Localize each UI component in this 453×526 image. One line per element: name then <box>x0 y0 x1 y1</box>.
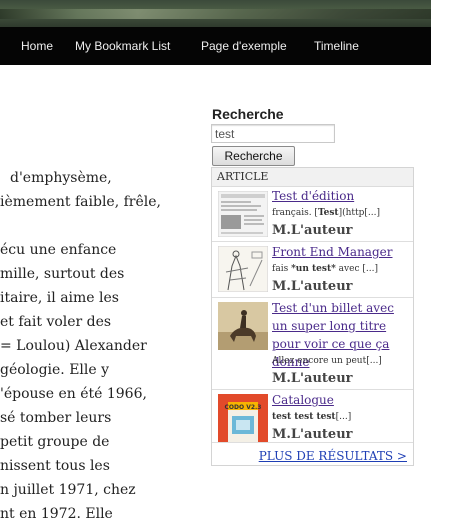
search-results-panel: ARTICLE Test d'édition français. [Test](… <box>211 167 414 466</box>
result-excerpt: français. [Test](http[...] <box>272 208 380 218</box>
search-input[interactable] <box>211 124 335 143</box>
nav-item-bookmark-list[interactable]: My Bookmark List <box>75 39 170 53</box>
article-line: d'emphysème, <box>10 166 112 190</box>
search-result-item: CODO V2.3 Catalogue test test test[...] … <box>212 390 413 443</box>
result-excerpt: Allez encore un peut[...] <box>272 356 382 366</box>
result-author: M.L'auteur <box>272 371 353 386</box>
article-line: petit groupe de <box>0 430 109 454</box>
article-line: nissent tous les <box>0 454 110 478</box>
result-title-link[interactable]: Test d'édition <box>272 187 410 205</box>
result-excerpt: fais *un test* avec [...] <box>272 264 378 274</box>
article-line: et fait voler des <box>0 310 111 334</box>
article-line: géologie. Elle y <box>0 358 109 382</box>
article-line: itaire, il aime les <box>0 286 119 310</box>
search-button[interactable]: Recherche <box>212 146 295 166</box>
result-author: M.L'auteur <box>272 427 353 442</box>
result-title-link[interactable]: Catalogue <box>272 391 410 409</box>
search-widget-title: Recherche <box>212 106 284 122</box>
results-category-header: ARTICLE <box>212 168 413 187</box>
search-result-item: Test d'édition français. [Test](http[...… <box>212 187 413 242</box>
article-line: = Loulou) Alexander <box>0 334 147 358</box>
result-thumbnail-painting-icon[interactable] <box>218 302 268 350</box>
result-thumbnail-screenshot-icon[interactable] <box>218 191 268 237</box>
article-line: nt en 1972. Elle <box>0 502 113 526</box>
result-author: M.L'auteur <box>272 223 353 238</box>
result-author: M.L'auteur <box>272 279 353 294</box>
article-line: n juillet 1971, chez <box>0 478 136 502</box>
result-thumbnail-product-box-icon[interactable]: CODO V2.3 <box>218 394 268 442</box>
header-banner-image <box>0 0 431 27</box>
result-excerpt: test test test[...] <box>272 412 351 422</box>
nav-item-timeline[interactable]: Timeline <box>314 39 359 53</box>
article-line: mille, surtout des <box>0 262 124 286</box>
article-line: 'épouse en été 1966, <box>0 382 147 406</box>
result-title-link[interactable]: Front End Manager <box>272 243 410 261</box>
search-result-item: Front End Manager fais *un test* avec [.… <box>212 242 413 298</box>
article-line: écu une enfance <box>0 238 116 262</box>
main-navigation: • Home My Bookmark List Page d'exemple T… <box>0 27 431 65</box>
results-category-label: ARTICLE <box>212 170 268 183</box>
more-results-link[interactable]: PLUS DE RÉSULTATS > <box>259 449 407 463</box>
nav-item-page-exemple[interactable]: Page d'exemple <box>201 39 287 53</box>
nav-item-home[interactable]: Home <box>21 39 53 53</box>
search-result-item: Test d'un billet avec un super long titr… <box>212 298 413 390</box>
article-line: sé tomber leurs <box>0 406 111 430</box>
thumbnail-box-label: CODO V2.3 <box>225 404 262 411</box>
banner-landscape-stripe <box>0 9 431 19</box>
result-thumbnail-drawing-icon[interactable] <box>218 246 268 292</box>
article-line: ièmement faible, frêle, <box>0 190 161 214</box>
